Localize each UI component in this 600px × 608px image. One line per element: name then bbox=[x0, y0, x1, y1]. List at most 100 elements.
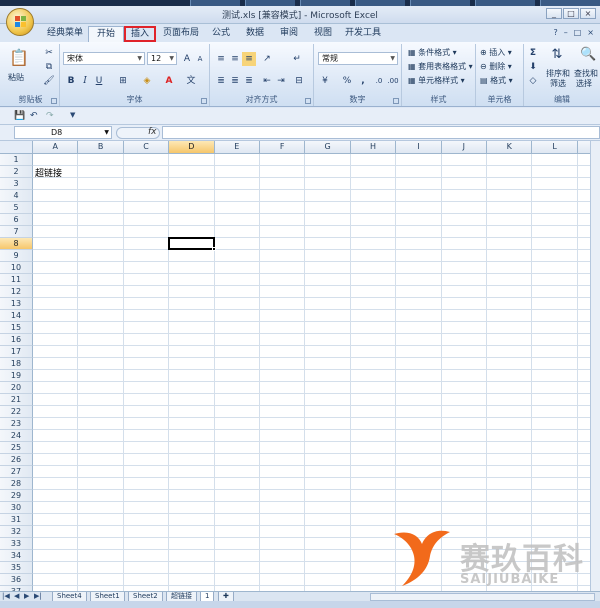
font-launcher-icon[interactable] bbox=[201, 98, 207, 104]
align-middle-icon[interactable]: ≡ bbox=[228, 52, 242, 66]
alignment-launcher-icon[interactable] bbox=[305, 98, 311, 104]
row-header-29[interactable]: 29 bbox=[0, 490, 33, 502]
number-format-select[interactable]: 常规 ▼ bbox=[318, 52, 398, 65]
maximize-button[interactable]: □ bbox=[563, 8, 579, 19]
column-header-j[interactable]: J bbox=[441, 141, 487, 154]
column-header-d[interactable]: D bbox=[169, 141, 215, 154]
tab-insert[interactable]: 插入 bbox=[124, 26, 156, 42]
formula-input[interactable] bbox=[162, 126, 600, 139]
format-cells-button[interactable]: ▤ 格式 ▾ bbox=[480, 75, 513, 86]
row-header-31[interactable]: 31 bbox=[0, 514, 33, 526]
italic-button[interactable]: I bbox=[78, 74, 92, 88]
row-header-30[interactable]: 30 bbox=[0, 502, 33, 514]
conditional-format-button[interactable]: ▦ 条件格式 ▾ bbox=[408, 47, 457, 58]
last-sheet-icon[interactable]: ▶| bbox=[34, 592, 42, 600]
redo-icon[interactable]: ↷ bbox=[46, 111, 54, 121]
office-button[interactable] bbox=[6, 8, 34, 36]
row-header-33[interactable]: 33 bbox=[0, 538, 33, 550]
customize-qat-icon[interactable]: ▼ bbox=[70, 111, 75, 119]
column-header-h[interactable]: H bbox=[350, 141, 397, 154]
minimize-button[interactable]: _ bbox=[546, 8, 562, 19]
column-header-i[interactable]: I bbox=[396, 141, 442, 154]
borders-icon[interactable]: ⊞ bbox=[116, 74, 130, 88]
row-header-1[interactable]: 1 bbox=[0, 154, 33, 166]
percent-button[interactable]: % bbox=[340, 74, 354, 88]
row-header-5[interactable]: 5 bbox=[0, 202, 33, 214]
row-header-14[interactable]: 14 bbox=[0, 310, 33, 322]
column-header-e[interactable]: E bbox=[214, 141, 260, 154]
select-all-corner[interactable] bbox=[0, 141, 33, 154]
align-center-icon[interactable]: ≣ bbox=[228, 74, 242, 88]
sort-filter-label-2[interactable]: 筛选 bbox=[550, 78, 566, 89]
column-header-f[interactable]: F bbox=[260, 141, 306, 154]
row-header-22[interactable]: 22 bbox=[0, 406, 33, 418]
align-right-icon[interactable]: ≣ bbox=[242, 74, 256, 88]
column-header-b[interactable]: B bbox=[78, 141, 124, 154]
format-painter-icon[interactable]: 🖌 bbox=[42, 74, 56, 88]
increase-decimal-icon[interactable]: .0 bbox=[372, 74, 386, 88]
paste-button[interactable]: 粘贴 bbox=[8, 72, 24, 83]
copy-icon[interactable]: ⧉ bbox=[42, 60, 56, 74]
fill-handle[interactable] bbox=[211, 247, 216, 251]
insert-cells-button[interactable]: ⊕ 插入 ▾ bbox=[480, 47, 512, 58]
name-box[interactable]: D8 ▼ bbox=[14, 126, 112, 139]
row-header-12[interactable]: 12 bbox=[0, 286, 33, 298]
sort-filter-icon[interactable]: ⇅ bbox=[550, 48, 564, 62]
horizontal-scrollbar[interactable] bbox=[370, 593, 595, 601]
decrease-indent-icon[interactable]: ⇤ bbox=[260, 74, 274, 88]
column-header-g[interactable]: G bbox=[305, 141, 351, 154]
tab-developer[interactable]: 开发工具 bbox=[340, 26, 386, 42]
shrink-font-icon[interactable]: A bbox=[193, 52, 207, 66]
merge-center-icon[interactable]: ⊟ bbox=[292, 74, 306, 88]
save-icon[interactable]: 💾 bbox=[14, 111, 25, 121]
row-header-20[interactable]: 20 bbox=[0, 382, 33, 394]
wrap-text-icon[interactable]: ↵ bbox=[290, 52, 304, 66]
cell-styles-button[interactable]: ▦ 单元格样式 ▾ bbox=[408, 75, 465, 86]
prev-sheet-icon[interactable]: ◀ bbox=[14, 592, 19, 600]
row-header-36[interactable]: 36 bbox=[0, 574, 33, 586]
find-select-label-2[interactable]: 选择 bbox=[576, 78, 592, 89]
ribbon-restore-icon[interactable]: □ bbox=[574, 28, 582, 37]
tab-page-layout[interactable]: 页面布局 bbox=[158, 26, 204, 42]
active-cell-d8[interactable] bbox=[168, 237, 216, 251]
ribbon-minimize-icon[interactable]: – bbox=[564, 28, 568, 37]
tab-home[interactable]: 开始 bbox=[88, 26, 124, 42]
row-header-10[interactable]: 10 bbox=[0, 262, 33, 274]
currency-icon[interactable]: ¥ bbox=[318, 74, 332, 88]
row-header-11[interactable]: 11 bbox=[0, 274, 33, 286]
bold-button[interactable]: B bbox=[64, 74, 78, 88]
phonetic-icon[interactable]: 文 bbox=[184, 74, 198, 88]
align-left-icon[interactable]: ≣ bbox=[214, 74, 228, 88]
fill-icon[interactable]: ⬇ bbox=[526, 60, 540, 74]
row-header-13[interactable]: 13 bbox=[0, 298, 33, 310]
column-header-l[interactable]: L bbox=[532, 141, 578, 154]
grow-font-icon[interactable]: A bbox=[180, 52, 194, 66]
row-header-27[interactable]: 27 bbox=[0, 466, 33, 478]
autosum-button[interactable]: Σ bbox=[526, 46, 540, 60]
font-color-icon[interactable]: A bbox=[162, 74, 176, 88]
cell-a2[interactable]: 超链接 bbox=[35, 166, 62, 179]
paste-icon[interactable]: 📋 bbox=[8, 46, 30, 70]
row-header-24[interactable]: 24 bbox=[0, 430, 33, 442]
row-header-26[interactable]: 26 bbox=[0, 454, 33, 466]
row-header-9[interactable]: 9 bbox=[0, 250, 33, 262]
row-header-18[interactable]: 18 bbox=[0, 358, 33, 370]
font-size-select[interactable]: 12 ▼ bbox=[147, 52, 177, 65]
row-header-6[interactable]: 6 bbox=[0, 214, 33, 226]
row-header-8[interactable]: 8 bbox=[0, 238, 33, 250]
increase-indent-icon[interactable]: ⇥ bbox=[274, 74, 288, 88]
row-header-32[interactable]: 32 bbox=[0, 526, 33, 538]
first-sheet-icon[interactable]: |◀ bbox=[2, 592, 10, 600]
clear-icon[interactable]: ◇ bbox=[526, 74, 540, 88]
cut-icon[interactable]: ✂ bbox=[42, 46, 56, 60]
align-top-icon[interactable]: ≡ bbox=[214, 52, 228, 66]
row-header-19[interactable]: 19 bbox=[0, 370, 33, 382]
clipboard-launcher-icon[interactable] bbox=[51, 98, 57, 104]
next-sheet-icon[interactable]: ▶ bbox=[24, 592, 29, 600]
row-header-4[interactable]: 4 bbox=[0, 190, 33, 202]
font-name-select[interactable]: 宋体 ▼ bbox=[63, 52, 145, 65]
close-button[interactable]: × bbox=[580, 8, 596, 19]
tab-review[interactable]: 审阅 bbox=[272, 26, 306, 42]
row-header-17[interactable]: 17 bbox=[0, 346, 33, 358]
ribbon-close-icon[interactable]: × bbox=[587, 28, 594, 37]
